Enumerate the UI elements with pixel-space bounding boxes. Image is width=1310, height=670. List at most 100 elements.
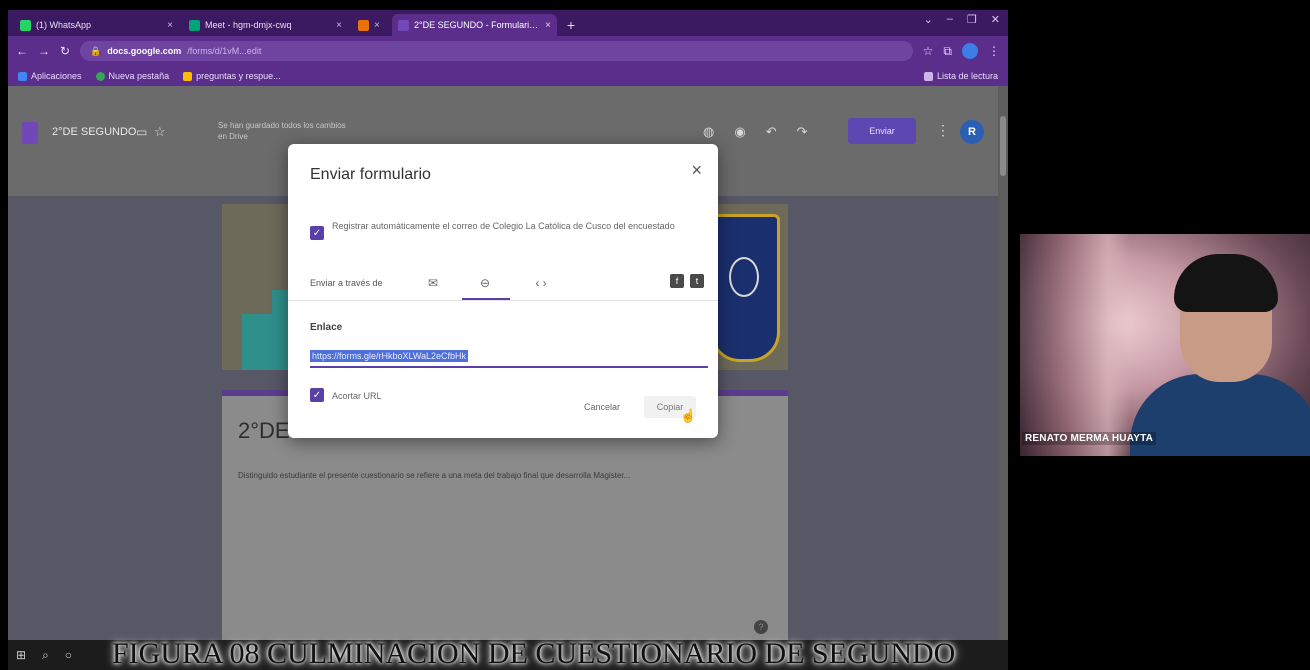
forms-logo-icon[interactable] [22,122,38,144]
menu-icon[interactable]: ⋮ [988,44,1000,58]
crest-emblem [729,257,759,297]
help-icon[interactable]: ? [754,620,768,634]
dialog-title: Enviar formulario [310,166,431,183]
tab-label: Meet - hgm-dmjx-cwq [205,20,292,30]
close-window-icon[interactable]: ✕ [991,13,1000,26]
twitter-icon[interactable]: t [690,274,704,288]
folder-icon [183,71,193,81]
participant-name: RENATO MERMA HUAYTA [1022,432,1157,445]
bookmark-label: Nueva pestaña [108,71,170,81]
send-via-link-tab[interactable]: ⊖ [468,272,502,294]
link-field[interactable]: https://forms.gle/rHkboXLWaL2eCfbHk [310,346,708,368]
browser-toolbar: ← → ↻ 🔒 docs.google.com /forms/d/1vM...e… [8,36,1008,66]
url-path: /forms/d/1vM...edit [187,46,262,56]
star-icon[interactable]: ☆ [154,124,166,140]
shorten-url-checkbox[interactable]: ✓ [310,388,324,402]
send-button[interactable]: Enviar [848,118,916,144]
redo-icon[interactable]: ↷ [797,124,808,140]
forms-tools: ◍ ◉ ↶ ↷ [703,124,808,140]
dialog-divider [288,300,718,301]
link-label: Enlace [310,322,343,333]
mail-icon: ✉ [427,276,439,290]
back-icon[interactable]: ← [16,44,28,58]
figure-caption: FIGURA 08 CULMINACION DE CUESTIONARIO DE… [112,637,956,670]
close-icon[interactable]: × [167,20,173,31]
cortana-icon[interactable]: ○ [65,648,72,662]
browser-tab-strip: (1) WhatsApp × Meet - hgm-dmjx-cwq × × 2… [8,10,1008,36]
tab-label: 2°DE SEGUNDO - Formularios de G [414,20,540,30]
lock-icon: 🔒 [90,45,102,56]
link-value[interactable]: https://forms.gle/rHkboXLWaL2eCfbHk [310,350,469,362]
star-bookmark-icon[interactable]: ☆ [923,44,934,58]
bookmark-label: preguntas y respue... [196,71,281,81]
link-icon: ⊖ [479,276,491,290]
scroll-thumb[interactable] [1000,116,1006,176]
search-icon[interactable]: ⌕ [42,648,49,663]
page-scrollbar[interactable] [998,86,1008,640]
profile-avatar[interactable] [962,43,978,59]
header-graphic [242,314,272,370]
preview-eye-icon[interactable]: ◉ [734,124,745,140]
shorten-url-label: Acortar URL [332,391,382,401]
reading-list-button[interactable]: Lista de lectura [923,71,998,81]
send-form-dialog: Enviar formulario × ✓ Registrar automáti… [288,144,718,438]
participant-hair [1174,254,1278,312]
tab-other[interactable]: × [352,14,388,36]
apps-icon [18,71,27,81]
avatar[interactable]: R [960,120,984,144]
chrome-icon [95,71,105,81]
cancel-button[interactable]: Cancelar [584,402,620,412]
bookmark-new-tab[interactable]: Nueva pestaña [95,71,170,81]
minimize-icon[interactable]: – [947,13,953,26]
form-card-description: Distinguido estudiante el presente cuest… [238,471,631,480]
new-tab-button[interactable]: + [561,14,581,36]
address-bar[interactable]: 🔒 docs.google.com /forms/d/1vM...edit [80,41,913,61]
window-controls: ⌄ – ❐ ✕ [924,13,1000,26]
maximize-icon[interactable]: ❐ [967,13,977,26]
bookmark-qa[interactable]: preguntas y respue... [183,71,281,81]
shared-screen: (1) WhatsApp × Meet - hgm-dmjx-cwq × × 2… [8,10,1008,640]
forward-icon[interactable]: → [38,44,50,58]
url-domain: docs.google.com [107,46,182,56]
close-icon[interactable]: × [691,160,702,181]
bookmark-label: Aplicaciones [31,71,82,81]
send-via-embed-tab[interactable]: ‹ › [524,272,558,294]
reading-list-label: Lista de lectura [936,71,998,81]
hand-cursor-icon: ☝ [680,408,697,423]
form-card-title: 2°DE [238,418,290,443]
toolbar-right: ☆ ⧉ ⋮ [923,43,1000,59]
tab-favicon-icon [358,19,369,31]
meet-icon [189,19,200,31]
tab-whatsapp[interactable]: (1) WhatsApp × [14,14,179,36]
close-icon[interactable]: × [545,20,551,31]
reading-list-icon [923,71,933,81]
tab-label: (1) WhatsApp [36,20,92,30]
windows-start-icon[interactable]: ⊞ [16,648,26,662]
reload-icon[interactable]: ↻ [60,44,70,58]
send-via-label: Enviar a través de [310,278,383,288]
more-options-icon[interactable]: ⋮ [936,122,950,139]
video-background [1020,234,1130,456]
palette-icon[interactable]: ◍ [703,124,714,140]
undo-icon[interactable]: ↶ [766,124,777,140]
send-via-email-tab[interactable]: ✉ [416,272,450,294]
folder-icon[interactable]: ▭ [136,125,147,139]
bookmarks-bar: Aplicaciones Nueva pestaña preguntas y r… [8,66,1008,86]
saved-status: Se han guardado todos los cambios en Dri… [218,121,346,141]
collect-email-checkbox[interactable]: ✓ [310,226,324,240]
tab-meet[interactable]: Meet - hgm-dmjx-cwq × [183,14,348,36]
collect-email-label: Registrar automáticamente el correo de C… [332,221,675,231]
participant-body [1130,374,1310,456]
form-title[interactable]: 2°DE SEGUNDO [52,126,136,138]
tab-google-forms[interactable]: 2°DE SEGUNDO - Formularios de G × [392,14,557,36]
school-crest-logo [710,214,780,362]
chevron-down-icon[interactable]: ⌄ [924,13,933,26]
close-icon[interactable]: × [374,20,380,31]
whatsapp-icon [20,19,31,31]
participant-video-tile: RENATO MERMA HUAYTA [1020,234,1310,456]
forms-icon [398,19,409,31]
bookmark-apps[interactable]: Aplicaciones [18,71,82,81]
facebook-icon[interactable]: f [670,274,684,288]
extensions-icon[interactable]: ⧉ [943,44,952,59]
close-icon[interactable]: × [336,20,342,31]
